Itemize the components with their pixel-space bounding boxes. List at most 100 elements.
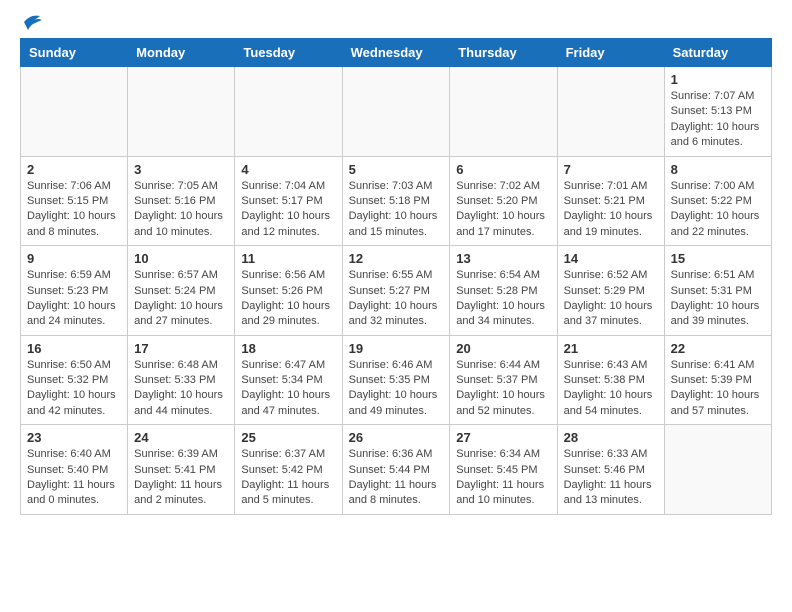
calendar-day-cell: 4 Sunrise: 7:04 AM Sunset: 5:17 PM Daylig…	[235, 156, 342, 246]
day-info: Sunrise: 6:34 AM Sunset: 5:45 PM Dayligh…	[456, 447, 550, 509]
day-info: Sunrise: 6:36 AM Sunset: 5:44 PM Dayligh…	[349, 447, 444, 509]
day-number: 4	[241, 162, 335, 177]
calendar-day-cell: 22 Sunrise: 6:41 AM Sunset: 5:39 PM Dayli…	[664, 335, 771, 425]
day-info: Sunrise: 6:43 AM Sunset: 5:38 PM Dayligh…	[564, 358, 658, 420]
day-number: 12	[349, 251, 444, 266]
day-number: 23	[27, 430, 121, 445]
day-info: Sunrise: 6:40 AM Sunset: 5:40 PM Dayligh…	[27, 447, 121, 509]
day-info: Sunrise: 7:02 AM Sunset: 5:20 PM Dayligh…	[456, 179, 550, 241]
calendar-day-header: Wednesday	[342, 39, 450, 67]
calendar-day-cell: 2 Sunrise: 7:06 AM Sunset: 5:15 PM Daylig…	[21, 156, 128, 246]
day-number: 21	[564, 341, 658, 356]
day-info: Sunrise: 6:51 AM Sunset: 5:31 PM Dayligh…	[671, 268, 765, 330]
calendar-day-cell	[450, 67, 557, 157]
calendar-day-cell	[21, 67, 128, 157]
calendar-day-header: Friday	[557, 39, 664, 67]
calendar-week-row: 2 Sunrise: 7:06 AM Sunset: 5:15 PM Daylig…	[21, 156, 772, 246]
day-number: 2	[27, 162, 121, 177]
day-info: Sunrise: 7:00 AM Sunset: 5:22 PM Dayligh…	[671, 179, 765, 241]
day-info: Sunrise: 6:55 AM Sunset: 5:27 PM Dayligh…	[349, 268, 444, 330]
calendar-day-cell: 14 Sunrise: 6:52 AM Sunset: 5:29 PM Dayli…	[557, 246, 664, 336]
day-number: 16	[27, 341, 121, 356]
day-number: 7	[564, 162, 658, 177]
day-info: Sunrise: 7:01 AM Sunset: 5:21 PM Dayligh…	[564, 179, 658, 241]
calendar-day-cell	[235, 67, 342, 157]
calendar-day-cell: 12 Sunrise: 6:55 AM Sunset: 5:27 PM Dayli…	[342, 246, 450, 336]
day-info: Sunrise: 6:50 AM Sunset: 5:32 PM Dayligh…	[27, 358, 121, 420]
calendar-day-cell: 13 Sunrise: 6:54 AM Sunset: 5:28 PM Dayli…	[450, 246, 557, 336]
calendar-week-row: 23 Sunrise: 6:40 AM Sunset: 5:40 PM Dayli…	[21, 425, 772, 515]
calendar-day-cell: 24Sunrise: 6:39 AM Sunset: 5:41 PM Dayli…	[128, 425, 235, 515]
day-number: 22	[671, 341, 765, 356]
day-info: Sunrise: 7:07 AM Sunset: 5:13 PM Dayligh…	[671, 89, 765, 151]
calendar-day-cell: 17 Sunrise: 6:48 AM Sunset: 5:33 PM Dayli…	[128, 335, 235, 425]
calendar-day-cell	[557, 67, 664, 157]
calendar-day-cell: 18 Sunrise: 6:47 AM Sunset: 5:34 PM Dayli…	[235, 335, 342, 425]
day-number: 10	[134, 251, 228, 266]
day-number: 17	[134, 341, 228, 356]
calendar-day-cell: 16 Sunrise: 6:50 AM Sunset: 5:32 PM Dayli…	[21, 335, 128, 425]
calendar-day-header: Monday	[128, 39, 235, 67]
calendar-day-cell	[128, 67, 235, 157]
day-number: 20	[456, 341, 550, 356]
day-info: Sunrise: 6:44 AM Sunset: 5:37 PM Dayligh…	[456, 358, 550, 420]
calendar-day-cell: 19 Sunrise: 6:46 AM Sunset: 5:35 PM Dayli…	[342, 335, 450, 425]
calendar-day-cell: 27 Sunrise: 6:34 AM Sunset: 5:45 PM Dayli…	[450, 425, 557, 515]
calendar-day-cell: 7 Sunrise: 7:01 AM Sunset: 5:21 PM Daylig…	[557, 156, 664, 246]
calendar-day-cell: 10 Sunrise: 6:57 AM Sunset: 5:24 PM Dayli…	[128, 246, 235, 336]
day-info: Sunrise: 6:47 AM Sunset: 5:34 PM Dayligh…	[241, 358, 335, 420]
day-number: 15	[671, 251, 765, 266]
day-info: Sunrise: 7:05 AM Sunset: 5:16 PM Dayligh…	[134, 179, 228, 241]
day-info: Sunrise: 6:52 AM Sunset: 5:29 PM Dayligh…	[564, 268, 658, 330]
day-info: Sunrise: 6:56 AM Sunset: 5:26 PM Dayligh…	[241, 268, 335, 330]
logo	[20, 20, 44, 28]
calendar-day-cell: 26 Sunrise: 6:36 AM Sunset: 5:44 PM Dayli…	[342, 425, 450, 515]
day-info: Sunrise: 7:06 AM Sunset: 5:15 PM Dayligh…	[27, 179, 121, 241]
calendar-header-row: SundayMondayTuesdayWednesdayThursdayFrid…	[21, 39, 772, 67]
calendar-day-cell: 8 Sunrise: 7:00 AM Sunset: 5:22 PM Daylig…	[664, 156, 771, 246]
day-info: Sunrise: 6:59 AM Sunset: 5:23 PM Dayligh…	[27, 268, 121, 330]
day-info: Sunrise: 6:48 AM Sunset: 5:33 PM Dayligh…	[134, 358, 228, 420]
day-info: Sunrise: 7:04 AM Sunset: 5:17 PM Dayligh…	[241, 179, 335, 241]
day-info: Sunrise: 6:33 AM Sunset: 5:46 PM Dayligh…	[564, 447, 658, 509]
day-number: 5	[349, 162, 444, 177]
calendar-day-cell: 3 Sunrise: 7:05 AM Sunset: 5:16 PM Daylig…	[128, 156, 235, 246]
calendar-day-header: Tuesday	[235, 39, 342, 67]
calendar-week-row: 9 Sunrise: 6:59 AM Sunset: 5:23 PM Daylig…	[21, 246, 772, 336]
calendar-day-cell: 21 Sunrise: 6:43 AM Sunset: 5:38 PM Dayli…	[557, 335, 664, 425]
day-info: Sunrise: 6:57 AM Sunset: 5:24 PM Dayligh…	[134, 268, 228, 330]
day-number: 28	[564, 430, 658, 445]
day-number: 3	[134, 162, 228, 177]
day-number: 27	[456, 430, 550, 445]
day-number: 26	[349, 430, 444, 445]
day-info: Sunrise: 6:37 AM Sunset: 5:42 PM Dayligh…	[241, 447, 335, 509]
calendar-day-header: Thursday	[450, 39, 557, 67]
day-info: Sunrise: 6:54 AM Sunset: 5:28 PM Dayligh…	[456, 268, 550, 330]
calendar-day-cell: 5 Sunrise: 7:03 AM Sunset: 5:18 PM Daylig…	[342, 156, 450, 246]
day-number: 14	[564, 251, 658, 266]
calendar-day-cell: 23 Sunrise: 6:40 AM Sunset: 5:40 PM Dayli…	[21, 425, 128, 515]
calendar-day-cell: 11 Sunrise: 6:56 AM Sunset: 5:26 PM Dayli…	[235, 246, 342, 336]
calendar-week-row: 1 Sunrise: 7:07 AM Sunset: 5:13 PM Daylig…	[21, 67, 772, 157]
calendar-day-cell: 20 Sunrise: 6:44 AM Sunset: 5:37 PM Dayli…	[450, 335, 557, 425]
day-number: 9	[27, 251, 121, 266]
calendar-day-cell: 9 Sunrise: 6:59 AM Sunset: 5:23 PM Daylig…	[21, 246, 128, 336]
day-number: 8	[671, 162, 765, 177]
calendar-day-header: Saturday	[664, 39, 771, 67]
day-info: Sunrise: 6:46 AM Sunset: 5:35 PM Dayligh…	[349, 358, 444, 420]
day-number: 25	[241, 430, 335, 445]
day-info: Sunrise: 7:03 AM Sunset: 5:18 PM Dayligh…	[349, 179, 444, 241]
day-number: 1	[671, 72, 765, 87]
calendar-week-row: 16 Sunrise: 6:50 AM Sunset: 5:32 PM Dayli…	[21, 335, 772, 425]
day-info: Sunrise: 6:41 AM Sunset: 5:39 PM Dayligh…	[671, 358, 765, 420]
day-number: 24	[134, 430, 228, 445]
calendar-day-cell: 6Sunrise: 7:02 AM Sunset: 5:20 PM Daylig…	[450, 156, 557, 246]
day-number: 13	[456, 251, 550, 266]
calendar-day-header: Sunday	[21, 39, 128, 67]
calendar-day-cell: 15 Sunrise: 6:51 AM Sunset: 5:31 PM Dayli…	[664, 246, 771, 336]
day-number: 19	[349, 341, 444, 356]
calendar-day-cell: 25 Sunrise: 6:37 AM Sunset: 5:42 PM Dayli…	[235, 425, 342, 515]
day-number: 18	[241, 341, 335, 356]
day-number: 11	[241, 251, 335, 266]
calendar-day-cell: 1 Sunrise: 7:07 AM Sunset: 5:13 PM Daylig…	[664, 67, 771, 157]
